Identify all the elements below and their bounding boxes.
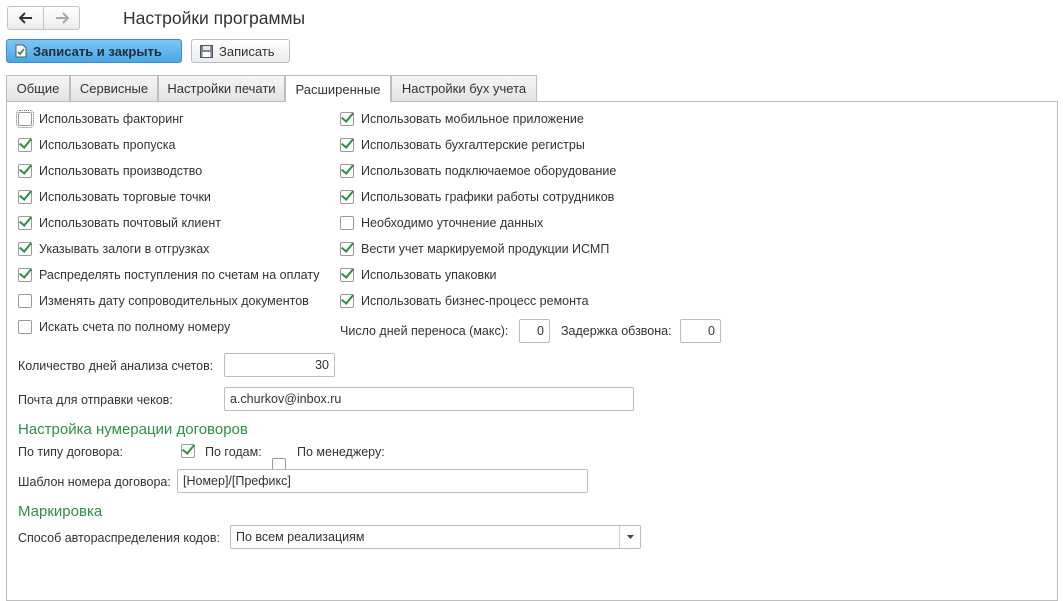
- checkbox[interactable]: [18, 294, 32, 308]
- window-title: Настройки программы: [123, 8, 306, 28]
- autodistribution-method-value: По всем реализациям: [236, 530, 365, 544]
- checkbox[interactable]: [18, 138, 32, 152]
- tab-service[interactable]: Сервисные: [70, 75, 158, 101]
- by-manager-label: По менеджеру:: [297, 445, 385, 459]
- option-change-doc-date[interactable]: Изменять дату сопроводительных документо…: [18, 292, 309, 310]
- option-factoring[interactable]: Использовать факторинг: [16, 110, 184, 128]
- option-ismp-marking[interactable]: Вести учет маркируемой продукции ИСМП: [340, 240, 609, 258]
- receipt-email-input[interactable]: a.churkov@inbox.ru: [224, 387, 634, 411]
- option-accounting-registers[interactable]: Использовать бухгалтерские регистры: [340, 136, 585, 154]
- by-type-checkbox[interactable]: [181, 444, 195, 458]
- analysis-days-input[interactable]: 30: [224, 353, 335, 377]
- marking-section-heading: Маркировка: [18, 503, 103, 520]
- save-button[interactable]: Записать: [191, 39, 290, 63]
- floppy-disk-icon: [200, 44, 213, 58]
- option-mobile-app[interactable]: Использовать мобильное приложение: [340, 110, 584, 128]
- checkbox[interactable]: [340, 294, 354, 308]
- option-data-clarification[interactable]: Необходимо уточнение данных: [340, 214, 543, 232]
- receipt-email-label: Почта для отправки чеков:: [18, 393, 173, 407]
- checkbox[interactable]: [16, 110, 34, 128]
- arrow-right-icon: [55, 12, 69, 24]
- checkbox[interactable]: [18, 268, 32, 282]
- checkbox[interactable]: [18, 164, 32, 178]
- back-button[interactable]: [8, 7, 43, 29]
- option-employee-schedules[interactable]: Использовать графики работы сотрудников: [340, 188, 614, 206]
- checkbox[interactable]: [340, 216, 354, 230]
- checkbox[interactable]: [340, 242, 354, 256]
- transfer-days-input[interactable]: 0: [519, 319, 550, 343]
- contract-template-input[interactable]: [Номер]/[Префикс]: [177, 469, 588, 493]
- option-deposits-in-shipments[interactable]: Указывать залоги в отгрузках: [18, 240, 209, 258]
- checkbox[interactable]: [340, 190, 354, 204]
- tab-extended[interactable]: Расширенные: [285, 75, 391, 102]
- tab-general[interactable]: Общие: [6, 75, 70, 101]
- call-delay-label: Задержка обзвона:: [561, 324, 672, 338]
- option-production[interactable]: Использовать производство: [18, 162, 202, 180]
- contract-template-label: Шаблон номера договора:: [18, 475, 171, 489]
- option-repair-process[interactable]: Использовать бизнес-процесс ремонта: [340, 292, 589, 310]
- transfer-days-label: Число дней переноса (макс):: [340, 324, 509, 338]
- dropdown-arrow-button[interactable]: [619, 526, 640, 548]
- checkbox[interactable]: [340, 268, 354, 282]
- checkbox[interactable]: [340, 112, 354, 126]
- option-packaging[interactable]: Использовать упаковки: [340, 266, 497, 284]
- tab-print-settings[interactable]: Настройки печати: [158, 75, 285, 101]
- option-trade-points[interactable]: Использовать торговые точки: [18, 188, 211, 206]
- checkbox[interactable]: [18, 242, 32, 256]
- checkbox[interactable]: [18, 190, 32, 204]
- save-label: Записать: [219, 43, 275, 59]
- arrow-left-icon: [18, 12, 32, 24]
- option-connected-equipment[interactable]: Использовать подключаемое оборудование: [340, 162, 616, 180]
- option-distribute-receipts[interactable]: Распределять поступления по счетам на оп…: [18, 266, 319, 284]
- save-and-close-label: Записать и закрыть: [33, 43, 162, 59]
- by-years-label: По годам:: [205, 445, 262, 459]
- autodistribution-method-select[interactable]: По всем реализациям: [230, 525, 641, 549]
- analysis-days-label: Количество дней анализа счетов:: [18, 359, 214, 373]
- chevron-down-icon: [626, 535, 634, 539]
- option-passes[interactable]: Использовать пропуска: [18, 136, 175, 154]
- by-type-label: По типу договора:: [18, 445, 123, 459]
- option-mail-client[interactable]: Использовать почтовый клиент: [18, 214, 221, 232]
- option-search-full-number[interactable]: Искать счета по полному номеру: [18, 318, 230, 336]
- tab-accounting-settings[interactable]: Настройки бух учета: [391, 75, 537, 101]
- checkbox[interactable]: [340, 138, 354, 152]
- checkbox[interactable]: [18, 320, 32, 334]
- checkbox[interactable]: [18, 216, 32, 230]
- document-save-icon: [15, 44, 27, 58]
- call-delay-input[interactable]: 0: [680, 319, 721, 343]
- numbering-section-heading: Настройка нумерации договоров: [18, 421, 248, 438]
- history-nav: [7, 6, 80, 30]
- checkbox[interactable]: [340, 164, 354, 178]
- forward-button[interactable]: [43, 7, 79, 29]
- autodistribution-method-label: Способ автораспределения кодов:: [18, 531, 220, 545]
- save-and-close-button[interactable]: Записать и закрыть: [6, 39, 182, 63]
